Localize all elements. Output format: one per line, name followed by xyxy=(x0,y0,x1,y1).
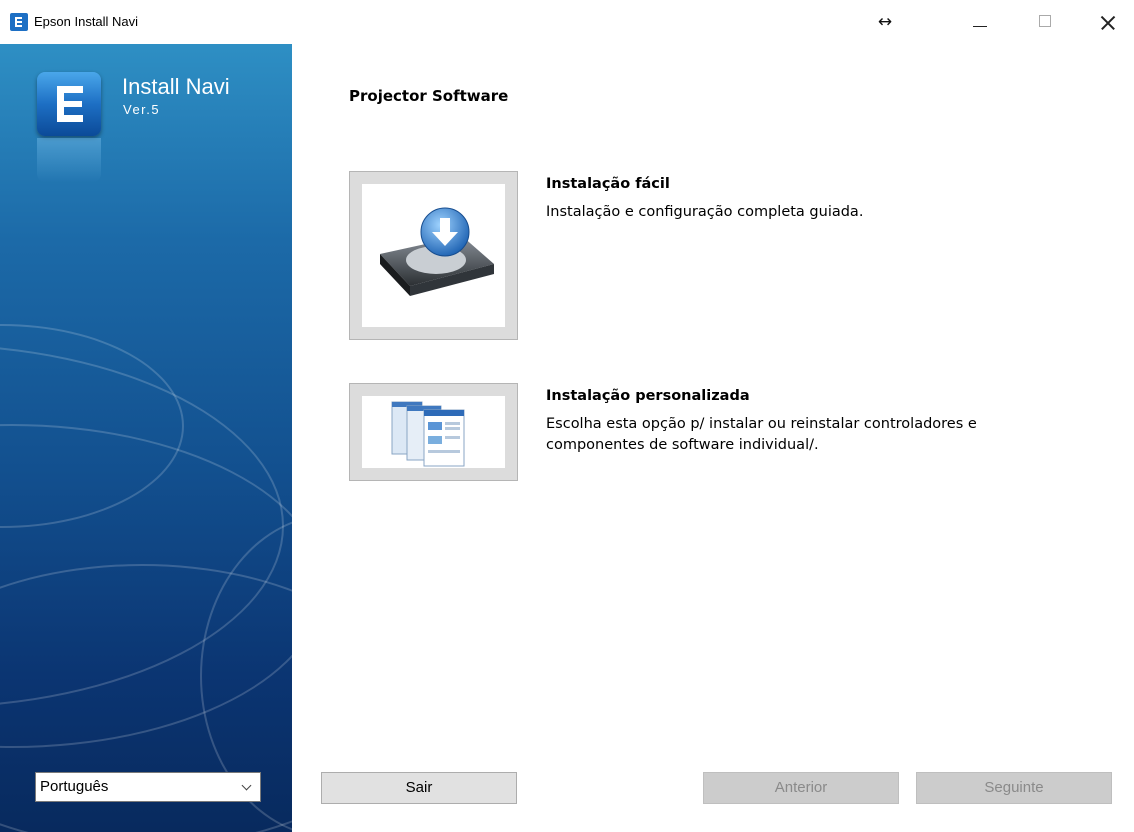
install-navi-logo-icon xyxy=(37,72,101,136)
easy-install-button[interactable] xyxy=(349,171,518,340)
easy-install-title: Instalação fácil xyxy=(546,176,670,192)
language-select[interactable]: Português xyxy=(35,772,261,802)
logo-reflection xyxy=(37,138,101,182)
page-title: Projector Software xyxy=(349,87,509,105)
brand-name: Install Navi xyxy=(122,74,230,99)
custom-install-button[interactable] xyxy=(349,383,518,481)
back-button[interactable]: Anterior xyxy=(703,772,899,804)
easy-install-description: Instalação e configuração completa guiad… xyxy=(546,204,864,220)
language-value: Português xyxy=(40,778,109,795)
window-title: Epson Install Navi xyxy=(34,14,139,29)
minimize-icon xyxy=(973,26,987,27)
chevron-down-icon xyxy=(241,780,252,791)
installer-window: Epson Install Navi ↔ Install Navi Ver.5 … xyxy=(0,0,1134,832)
brand-version: Ver.5 xyxy=(123,102,161,117)
minimize-button[interactable] xyxy=(957,0,1003,44)
custom-install-description-line1: Escolha esta opção p/ instalar ou reinst… xyxy=(546,416,977,432)
close-button[interactable] xyxy=(1085,0,1131,44)
next-button[interactable]: Seguinte xyxy=(916,772,1112,804)
maximize-button xyxy=(1022,0,1068,44)
hard-drive-download-icon xyxy=(380,207,494,296)
resize-arrows-icon: ↔ xyxy=(877,12,893,32)
title-bar: Epson Install Navi ↔ xyxy=(0,0,1134,44)
maximize-icon xyxy=(1039,15,1051,27)
epson-app-icon xyxy=(10,13,28,31)
sidebar-panel: Install Navi Ver.5 Português xyxy=(0,44,292,832)
custom-install-description-line2: componentes de software individual/. xyxy=(546,437,819,453)
custom-install-title: Instalação personalizada xyxy=(546,388,750,404)
stacked-windows-icon xyxy=(391,401,465,467)
exit-button[interactable]: Sair xyxy=(321,772,517,804)
